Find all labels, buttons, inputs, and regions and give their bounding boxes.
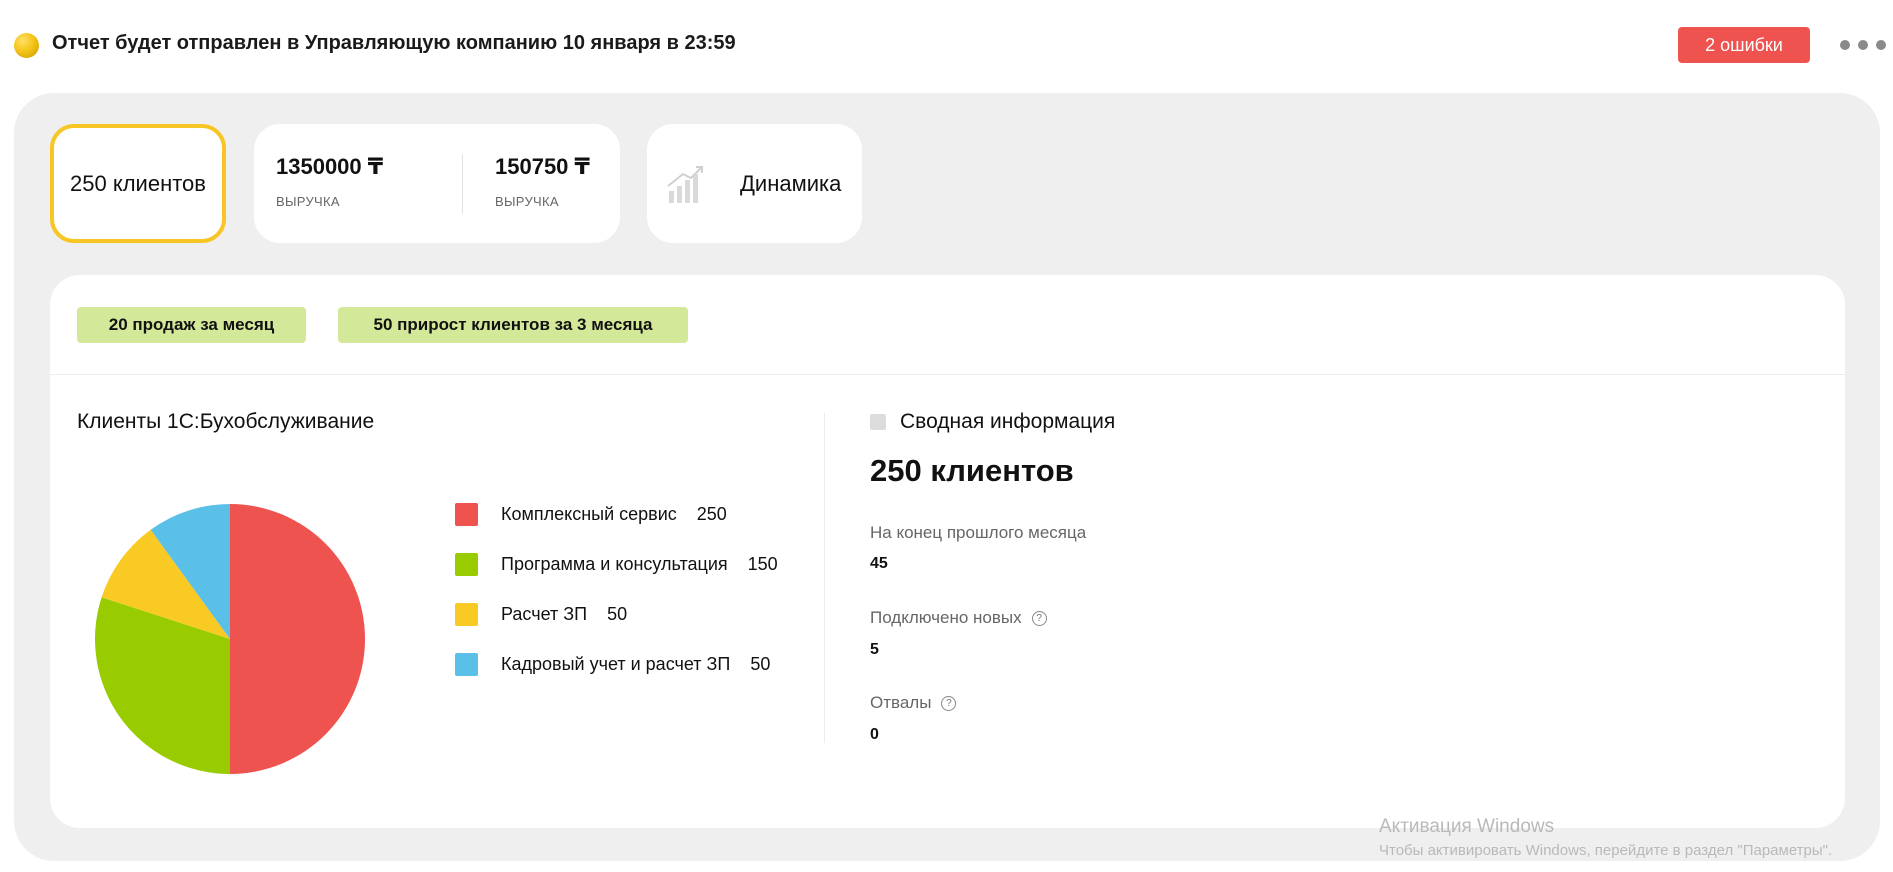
pie-chart xyxy=(94,504,365,774)
clients-detail-card: 20 продаж за месяц 50 прирост клиентов з… xyxy=(50,275,1845,828)
revenue-item: 1350000 ₸ ВЫРУЧКА xyxy=(276,154,383,209)
more-options-icon[interactable] xyxy=(1840,32,1886,58)
stat-label: Отвалы ? xyxy=(870,693,957,713)
bar-growth-icon xyxy=(667,166,703,203)
legend-label: Программа и консультация xyxy=(501,553,728,574)
chart-legend: Комплексный сервис 250 Программа и консуль… xyxy=(455,501,778,701)
legend-item: Расчет ЗП 50 xyxy=(455,601,778,627)
stat-value: 5 xyxy=(870,641,879,658)
revenue-card: 1350000 ₸ ВЫРУЧКА 150750 ₸ ВЫРУЧКА xyxy=(254,124,620,243)
legend-label: Комплексный сервис xyxy=(501,503,677,524)
legend-value: 250 xyxy=(696,503,727,524)
legend-swatch xyxy=(455,602,478,626)
revenue-value: 150750 ₸ xyxy=(495,154,590,179)
help-icon[interactable]: ? xyxy=(1031,610,1047,626)
stat-value: 0 xyxy=(870,726,879,743)
summary-checkbox[interactable] xyxy=(870,414,886,430)
divider xyxy=(824,413,825,743)
revenue-item: 150750 ₸ ВЫРУЧКА xyxy=(495,154,590,209)
dynamics-label: Динамика xyxy=(740,171,842,196)
status-dot-icon xyxy=(14,33,39,58)
summary-total: 250 клиентов xyxy=(870,453,1074,488)
report-status-title: Отчет будет отправлен в Управляющую комп… xyxy=(52,32,736,54)
revenue-label: ВЫРУЧКА xyxy=(495,194,559,209)
legend-item: Кадровый учет и расчет ЗП 50 xyxy=(455,651,778,677)
stat-value: 45 xyxy=(870,555,888,572)
legend-item: Комплексный сервис 250 xyxy=(455,501,778,527)
legend-label: Расчет ЗП xyxy=(501,603,588,624)
stat-label-text: Подключено новых xyxy=(870,608,1022,627)
legend-swatch xyxy=(455,502,478,526)
dynamics-card[interactable]: Динамика xyxy=(647,124,862,243)
legend-value: 50 xyxy=(750,653,771,674)
clients-card[interactable]: 250 клиентов xyxy=(50,124,226,243)
legend-item: Программа и консультация 150 xyxy=(455,551,778,577)
errors-button[interactable]: 2 ошибки xyxy=(1678,27,1810,63)
legend-value: 50 xyxy=(607,603,628,624)
help-icon[interactable]: ? xyxy=(941,695,957,711)
dashboard-panel: 250 клиентов 1350000 ₸ ВЫРУЧКА 150750 ₸ … xyxy=(14,93,1880,861)
watermark-subtitle: Чтобы активировать Windows, перейдите в … xyxy=(1379,842,1833,859)
legend-swatch xyxy=(455,552,478,576)
legend-value: 150 xyxy=(747,553,778,574)
divider xyxy=(50,374,1845,375)
watermark-title: Активация Windows xyxy=(1379,816,1555,837)
report-header: Отчет будет отправлен в Управляющую комп… xyxy=(0,0,1893,90)
sales-tag: 20 продаж за месяц xyxy=(77,307,306,343)
windows-activation-watermark: Активация Windows Чтобы активировать Win… xyxy=(1379,816,1832,859)
pie-slice[interactable] xyxy=(230,504,365,774)
stat-label-text: Отвалы xyxy=(870,693,932,712)
revenue-value: 1350000 ₸ xyxy=(276,154,384,179)
revenue-label: ВЫРУЧКА xyxy=(276,194,340,209)
summary-title: Сводная информация xyxy=(900,410,1116,433)
chart-title: Клиенты 1С:Бухобслуживание xyxy=(77,410,375,433)
growth-tag: 50 прирост клиентов за 3 месяца xyxy=(338,307,688,343)
legend-swatch xyxy=(455,652,478,676)
stat-label: На конец прошлого месяца xyxy=(870,523,1086,543)
stat-label-text: На конец прошлого месяца xyxy=(870,523,1087,542)
divider xyxy=(462,154,463,214)
legend-label: Кадровый учет и расчет ЗП xyxy=(501,653,731,674)
stat-label: Подключено новых ? xyxy=(870,608,1047,628)
